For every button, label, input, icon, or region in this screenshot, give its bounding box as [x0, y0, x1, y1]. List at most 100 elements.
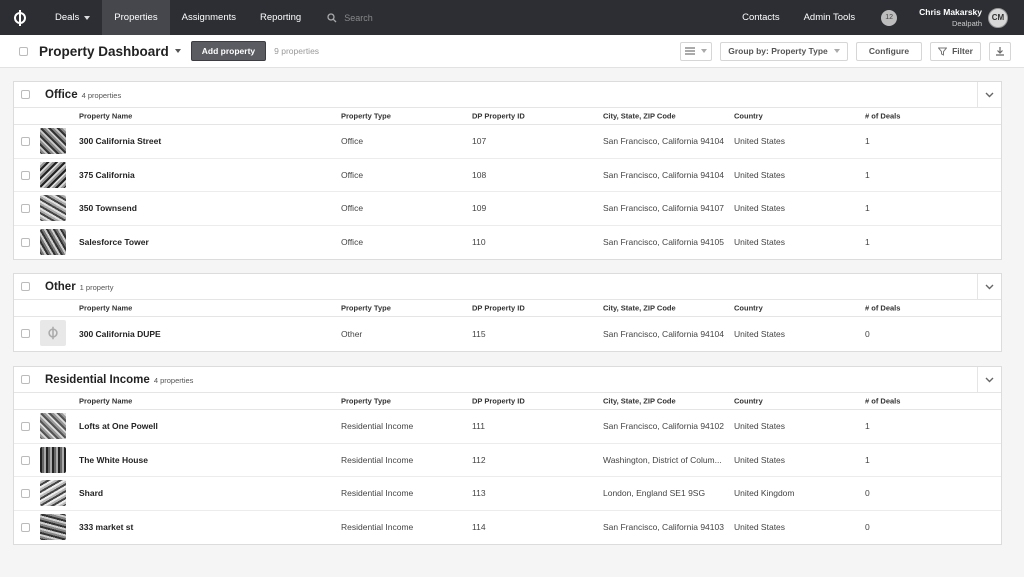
- property-deals: 1: [865, 237, 870, 248]
- table-row[interactable]: Lofts at One Powell Residential Income 1…: [14, 410, 1001, 444]
- group-by-label: Group by: Property Type: [728, 46, 828, 56]
- property-type: Office: [341, 237, 364, 248]
- property-country: United States: [734, 203, 786, 214]
- column-header-type[interactable]: Property Type: [341, 397, 391, 406]
- nav-deals[interactable]: Deals: [43, 0, 102, 35]
- filter-button[interactable]: Filter: [930, 41, 981, 61]
- property-name[interactable]: Lofts at One Powell: [79, 421, 158, 431]
- property-name[interactable]: 333 market st: [79, 522, 133, 532]
- collapse-toggle[interactable]: [977, 82, 1001, 108]
- column-header-city[interactable]: City, State, ZIP Code: [603, 397, 731, 406]
- table-row[interactable]: Salesforce Tower Office 110 San Francisc…: [14, 226, 1001, 260]
- property-type: Office: [341, 136, 364, 147]
- configure-button[interactable]: Configure: [856, 41, 922, 61]
- property-name[interactable]: 300 California DUPE: [79, 329, 161, 339]
- group-checkbox[interactable]: [21, 90, 30, 99]
- column-header-deals[interactable]: # of Deals: [865, 112, 900, 121]
- column-header-deals[interactable]: # of Deals: [865, 397, 900, 406]
- group-office: Office 4 properties Property Name Proper…: [13, 81, 1002, 260]
- column-header-row: Property Name Property Type DP Property …: [14, 393, 1001, 410]
- row-checkbox[interactable]: [21, 137, 30, 146]
- group-checkbox[interactable]: [21, 375, 30, 384]
- property-name[interactable]: Salesforce Tower: [79, 237, 149, 247]
- add-property-button[interactable]: Add property: [190, 41, 267, 61]
- column-header-type[interactable]: Property Type: [341, 304, 391, 313]
- nav-assignments[interactable]: Assignments: [170, 0, 248, 35]
- row-checkbox[interactable]: [21, 170, 30, 180]
- chevron-down-icon: [985, 377, 994, 383]
- property-city: San Francisco, California 94105: [603, 237, 724, 248]
- column-header-name[interactable]: Property Name: [79, 304, 132, 313]
- table-row[interactable]: The White House Residential Income 112 W…: [14, 444, 1001, 477]
- column-header-city[interactable]: City, State, ZIP Code: [603, 304, 731, 313]
- property-type: Residential Income: [341, 421, 414, 432]
- avatar[interactable]: CM: [988, 7, 1008, 28]
- row-checkbox[interactable]: [21, 329, 30, 338]
- chevron-down-icon: [985, 92, 994, 98]
- column-header-id[interactable]: DP Property ID: [472, 112, 525, 121]
- row-checkbox[interactable]: [21, 455, 30, 465]
- row-checkbox[interactable]: [21, 422, 30, 431]
- property-country: United States: [734, 421, 786, 432]
- group-checkbox[interactable]: [21, 282, 30, 291]
- nav-admin-tools[interactable]: Admin Tools: [792, 0, 868, 35]
- column-header-id[interactable]: DP Property ID: [472, 397, 525, 406]
- group-residential-income: Residential Income 4 properties Property…: [13, 366, 1002, 545]
- notification-badge[interactable]: 12: [881, 9, 898, 26]
- filter-label: Filter: [952, 46, 973, 56]
- table-row[interactable]: 375 California Office 108 San Francisco,…: [14, 159, 1001, 192]
- table-row[interactable]: 333 market st Residential Income 114 San…: [14, 511, 1001, 545]
- collapse-toggle[interactable]: [977, 274, 1001, 300]
- dealpath-logo-icon[interactable]: [0, 0, 40, 35]
- property-country: United States: [734, 169, 786, 180]
- table-row[interactable]: 300 California Street Office 107 San Fra…: [14, 125, 1001, 159]
- property-city: San Francisco, California 94104: [603, 169, 724, 180]
- column-header-name[interactable]: Property Name: [79, 112, 132, 121]
- group-title: Residential Income: [45, 373, 150, 386]
- nav-reporting[interactable]: Reporting: [248, 0, 313, 35]
- column-header-id[interactable]: DP Property ID: [472, 304, 525, 313]
- property-name[interactable]: 350 Townsend: [79, 203, 137, 213]
- view-toggle-button[interactable]: [680, 41, 712, 61]
- column-header-row: Property Name Property Type DP Property …: [14, 108, 1001, 125]
- filter-icon: [938, 47, 948, 56]
- column-header-type[interactable]: Property Type: [341, 112, 391, 121]
- group-count: 4 properties: [153, 376, 194, 385]
- property-deals: 0: [865, 488, 870, 499]
- column-header-name[interactable]: Property Name: [79, 397, 132, 406]
- column-header-country[interactable]: Country: [734, 397, 763, 406]
- collapse-toggle[interactable]: [977, 367, 1001, 393]
- user-name: Chris Makarsky: [919, 7, 982, 17]
- nav-properties[interactable]: Properties: [102, 0, 170, 35]
- property-country: United States: [734, 136, 786, 147]
- row-checkbox[interactable]: [21, 522, 30, 532]
- row-checkbox[interactable]: [21, 237, 30, 247]
- group-title: Other: [45, 280, 76, 293]
- row-checkbox[interactable]: [21, 489, 30, 498]
- search-input[interactable]: Search: [327, 13, 373, 23]
- group-count: 1 property: [79, 283, 114, 292]
- chevron-down-icon[interactable]: [174, 49, 181, 53]
- property-name[interactable]: 375 California: [79, 170, 135, 180]
- column-header-deals[interactable]: # of Deals: [865, 304, 900, 313]
- property-name[interactable]: 300 California Street: [79, 136, 161, 146]
- property-city: San Francisco, California 94104: [603, 136, 724, 147]
- table-row[interactable]: 350 Townsend Office 109 San Francisco, C…: [14, 192, 1001, 226]
- select-all-checkbox[interactable]: [19, 46, 28, 56]
- configure-label: Configure: [868, 46, 910, 56]
- property-country: United States: [734, 328, 786, 339]
- property-name[interactable]: Shard: [79, 488, 103, 498]
- column-header-city[interactable]: City, State, ZIP Code: [603, 112, 731, 121]
- user-menu[interactable]: Chris Makarsky Dealpath: [919, 7, 982, 28]
- page-title[interactable]: Property Dashboard: [39, 44, 169, 59]
- table-row[interactable]: Shard Residential Income 113 London, Eng…: [14, 477, 1001, 511]
- column-header-country[interactable]: Country: [734, 304, 763, 313]
- download-button[interactable]: [989, 41, 1011, 61]
- group-by-dropdown[interactable]: Group by: Property Type: [720, 41, 848, 61]
- nav-contacts[interactable]: Contacts: [730, 0, 792, 35]
- table-row[interactable]: 300 California DUPE Other 115 San Franci…: [14, 317, 1001, 351]
- property-name[interactable]: The White House: [79, 455, 148, 465]
- row-checkbox[interactable]: [21, 204, 30, 213]
- column-header-country[interactable]: Country: [734, 112, 763, 121]
- property-deals: 0: [865, 328, 870, 339]
